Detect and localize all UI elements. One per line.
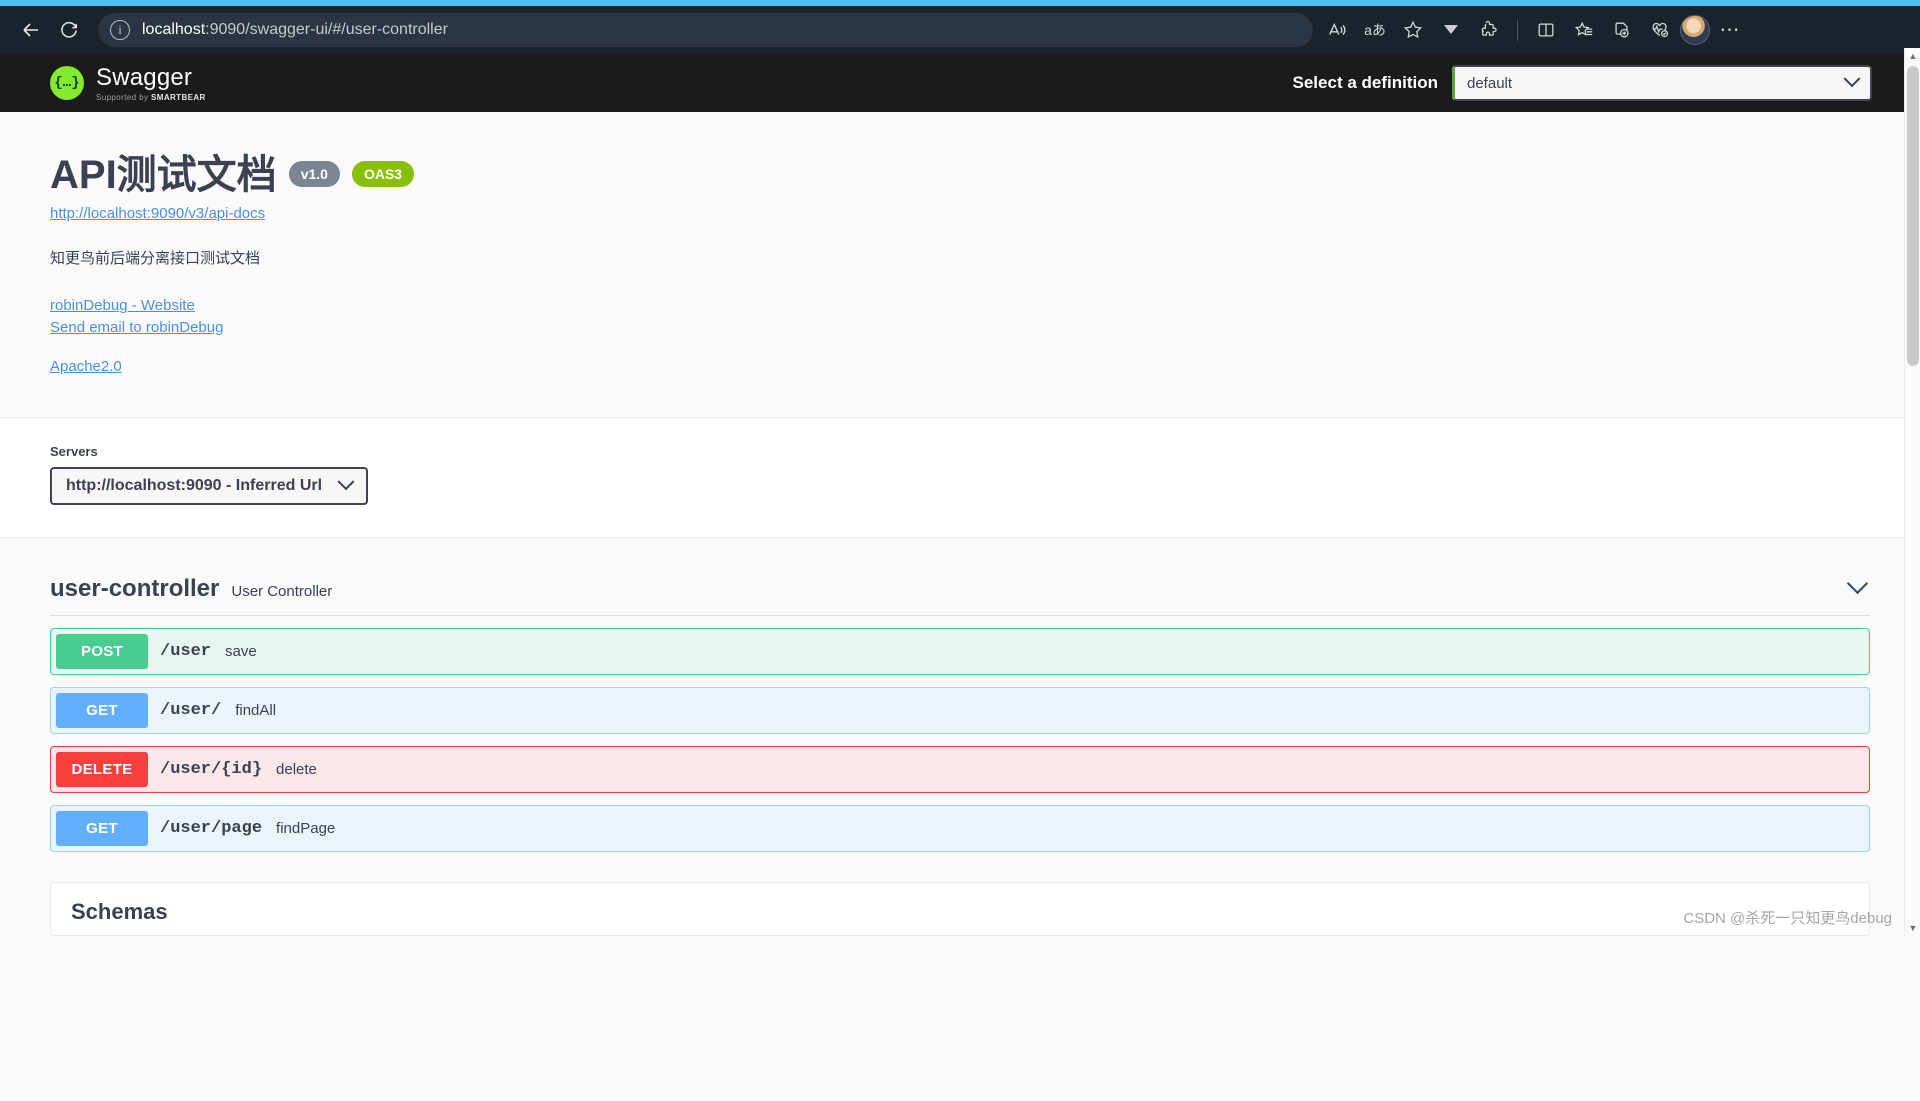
operation-summary: delete <box>276 761 317 778</box>
profile-avatar[interactable] <box>1680 15 1710 45</box>
operation-path: /user/ <box>160 701 221 720</box>
operation-summary: findAll <box>235 702 276 719</box>
definition-select[interactable]: default <box>1452 65 1872 101</box>
downloads-icon[interactable] <box>1433 12 1469 48</box>
api-docs-link[interactable]: http://localhost:9090/v3/api-docs <box>50 205 265 222</box>
favorite-star-icon[interactable] <box>1395 12 1431 48</box>
schemas-block: Schemas <box>0 864 1920 936</box>
operation-summary: findPage <box>276 820 335 837</box>
operation-row[interactable]: GET/user/findAll <box>50 687 1870 734</box>
swagger-wordmark: Swagger <box>96 64 206 92</box>
http-method-badge: GET <box>56 693 148 728</box>
chevron-down-icon <box>338 474 355 491</box>
api-description: 知更鸟前后端分离接口测试文档 <box>50 247 1870 268</box>
swagger-supported-by: Supported by SMARTBEAR <box>96 93 206 102</box>
split-screen-icon[interactable] <box>1528 12 1564 48</box>
operations-block: user-controller User Controller POST/use… <box>0 538 1920 852</box>
api-info-block: API测试文档 v1.0 OAS3 http://localhost:9090/… <box>0 112 1920 418</box>
server-selected-value: http://localhost:9090 - Inferred Url <box>66 477 322 495</box>
page-title: API测试文档 <box>50 154 277 196</box>
schemas-title: Schemas <box>71 899 1849 925</box>
collections-icon[interactable] <box>1604 12 1640 48</box>
operation-path: /user <box>160 642 211 661</box>
website-link[interactable]: robinDebug - Website <box>50 295 1870 317</box>
page-scrollbar[interactable]: ▲ ▼ <box>1904 48 1920 936</box>
http-method-badge: GET <box>56 811 148 846</box>
browser-essentials-icon[interactable] <box>1642 12 1678 48</box>
read-aloud-icon[interactable] <box>1319 12 1355 48</box>
browser-toolbar: i localhost:9090/swagger-ui/#/user-contr… <box>0 6 1920 54</box>
operation-path: /user/page <box>160 819 262 838</box>
tag-description: User Controller <box>231 583 332 600</box>
version-badge: v1.0 <box>289 161 340 187</box>
scrollbar-thumb[interactable] <box>1907 66 1919 366</box>
license-link[interactable]: Apache2.0 <box>50 356 1870 378</box>
http-method-badge: DELETE <box>56 752 148 787</box>
extensions-icon[interactable] <box>1471 12 1507 48</box>
swagger-logo-text: Swagger Supported by SMARTBEAR <box>96 64 206 102</box>
swagger-page: API测试文档 v1.0 OAS3 http://localhost:9090/… <box>0 112 1920 936</box>
translate-icon[interactable]: aあ <box>1357 12 1393 48</box>
swagger-brace-icon: {…} <box>50 66 84 100</box>
contact-links: robinDebug - Website Send email to robin… <box>50 295 1870 377</box>
smartbear-brand: SMARTBEAR <box>151 93 206 102</box>
address-text: localhost:9090/swagger-ui/#/user-control… <box>142 21 448 39</box>
operation-row[interactable]: POST/user save <box>50 628 1870 675</box>
definition-selected-value: default <box>1467 75 1512 92</box>
scroll-up-arrow-icon[interactable]: ▲ <box>1905 48 1920 64</box>
schemas-card[interactable]: Schemas <box>50 882 1870 936</box>
operation-summary: save <box>225 643 257 660</box>
swagger-topbar: {…} Swagger Supported by SMARTBEAR Selec… <box>0 54 1920 112</box>
oas-badge: OAS3 <box>352 161 414 187</box>
divider <box>50 615 1870 616</box>
watermark: CSDN @杀死一只知更鸟debug <box>1683 907 1892 928</box>
address-bar[interactable]: i localhost:9090/swagger-ui/#/user-contr… <box>98 13 1313 47</box>
favorites-list-icon[interactable] <box>1566 12 1602 48</box>
chevron-down-icon[interactable] <box>1848 574 1870 596</box>
servers-label: Servers <box>50 444 1870 459</box>
supported-by-prefix: Supported by <box>96 93 151 102</box>
scroll-down-arrow-icon[interactable]: ▼ <box>1905 920 1920 936</box>
toolbar-divider <box>1517 19 1518 41</box>
servers-block: Servers http://localhost:9090 - Inferred… <box>0 418 1920 538</box>
swagger-logo[interactable]: {…} Swagger Supported by SMARTBEAR <box>50 64 206 102</box>
operation-row[interactable]: GET/user/page findPage <box>50 805 1870 852</box>
tag-name: user-controller <box>50 575 219 603</box>
operation-row[interactable]: DELETE/user/{id} delete <box>50 746 1870 793</box>
tag-header[interactable]: user-controller User Controller <box>50 574 1870 615</box>
email-link[interactable]: Send email to robinDebug <box>50 317 1870 339</box>
reload-button[interactable] <box>50 11 88 49</box>
definition-picker: Select a definition default <box>1293 65 1872 101</box>
back-button[interactable] <box>12 11 50 49</box>
address-path: :9090/swagger-ui/#/user-controller <box>205 21 448 38</box>
toolbar-icons: aあ <box>1319 12 1748 48</box>
server-select[interactable]: http://localhost:9090 - Inferred Url <box>50 467 368 505</box>
http-method-badge: POST <box>56 634 148 669</box>
api-title-row: API测试文档 v1.0 OAS3 <box>50 154 1870 196</box>
operation-list: POST/user save GET/user/findAll DELETE/user… <box>50 628 1870 852</box>
address-host: localhost <box>142 21 205 38</box>
site-info-icon[interactable]: i <box>110 20 130 40</box>
operation-path: /user/{id} <box>160 760 262 779</box>
browser-window: i localhost:9090/swagger-ui/#/user-contr… <box>0 0 1920 936</box>
settings-and-more-icon[interactable]: ⋯ <box>1712 12 1748 48</box>
definition-label: Select a definition <box>1293 73 1438 93</box>
chevron-down-icon <box>1844 70 1861 87</box>
